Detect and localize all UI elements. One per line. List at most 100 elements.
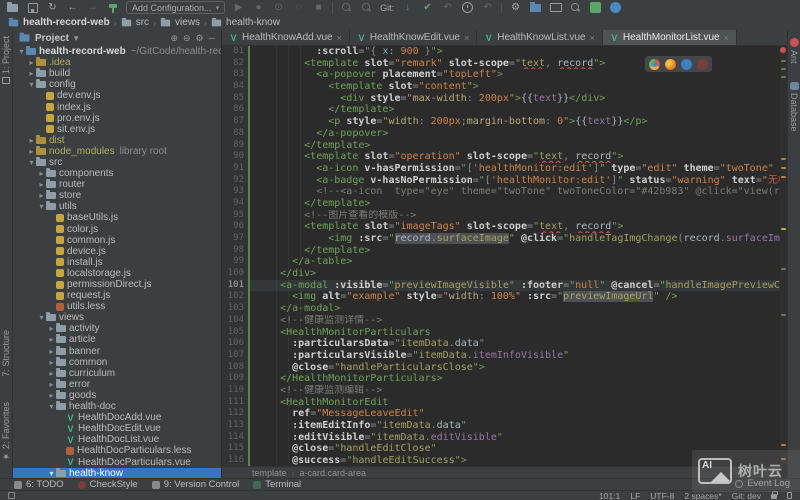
expand-arrow-icon[interactable]: ▸ <box>37 191 46 200</box>
locate-icon[interactable]: ⊕ <box>170 33 178 44</box>
caret-position[interactable]: 101:1 <box>599 491 620 500</box>
build-hammer-icon[interactable] <box>106 1 119 14</box>
tool-button-ant[interactable]: Ant <box>789 38 799 64</box>
breadcrumb-src[interactable]: src <box>121 17 149 28</box>
sync-icon[interactable]: ↻ <box>46 1 59 14</box>
tree-item-color.js[interactable]: color.js <box>13 224 221 235</box>
reader-mode-icon[interactable] <box>787 492 792 499</box>
expand-arrow-icon[interactable]: ▸ <box>47 391 56 400</box>
plugin-green-icon[interactable] <box>589 1 602 14</box>
plugin-blue-icon[interactable] <box>609 1 622 14</box>
tree-item-HealthDocParticulars.less[interactable]: HealthDocParticulars.less <box>13 445 221 456</box>
tree-item-health-doc[interactable]: ▾health-doc <box>13 401 221 412</box>
history-clock-icon[interactable] <box>461 1 474 14</box>
tree-item-article[interactable]: ▸article <box>13 334 221 345</box>
collapse-all-icon[interactable]: ⊖ <box>183 33 191 44</box>
firefox-icon[interactable] <box>665 59 676 70</box>
tree-item-banner[interactable]: ▸banner <box>13 346 221 357</box>
close-icon[interactable]: × <box>464 33 469 43</box>
breadcrumb-card-area[interactable]: a-card.card-area <box>300 468 367 478</box>
stripe-mark[interactable] <box>781 444 786 446</box>
find-icon[interactable] <box>360 1 373 14</box>
tree-item-router[interactable]: ▸router <box>13 179 221 190</box>
tab-HealthKnowList.vue[interactable]: VHealthKnowList.vue× <box>477 30 603 45</box>
tree-item-health-record-web[interactable]: ▾health-record-web~/GitCode/health-recor… <box>13 46 221 57</box>
undo-icon[interactable]: ↶ <box>481 1 494 14</box>
stop-icon[interactable]: ■ <box>312 1 325 14</box>
analyzer-error-indicator[interactable] <box>780 47 786 53</box>
tree-item-dist[interactable]: ▸dist <box>13 135 221 146</box>
tab-HealthMonitorList.vue[interactable]: VHealthMonitorList.vue× <box>603 30 737 45</box>
chevron-down-icon[interactable]: ▾ <box>74 33 79 44</box>
tree-item-node_modules[interactable]: ▸node_moduleslibrary root <box>13 146 221 157</box>
tree-item-HealthDocAdd.vue[interactable]: VHealthDocAdd.vue <box>13 412 221 423</box>
stripe-mark[interactable] <box>781 158 786 160</box>
expand-arrow-icon[interactable]: ▸ <box>27 136 36 145</box>
toolwindow-toggle-icon[interactable] <box>8 492 15 499</box>
expand-arrow-icon[interactable]: ▸ <box>27 58 36 67</box>
expand-arrow-icon[interactable]: ▸ <box>27 69 36 78</box>
tool-button-9-version-control[interactable]: 9: Version Control <box>152 479 240 490</box>
save-all-icon[interactable] <box>26 1 39 14</box>
stripe-mark[interactable] <box>781 176 786 178</box>
expand-arrow-icon[interactable]: ▾ <box>47 469 56 478</box>
expand-arrow-icon[interactable]: ▸ <box>47 347 56 356</box>
stripe-mark[interactable] <box>781 268 786 270</box>
tree-item-common[interactable]: ▸common <box>13 357 221 368</box>
project-panel-title[interactable]: Project <box>35 33 69 44</box>
tree-item-goods[interactable]: ▸goods <box>13 390 221 401</box>
tree-item-store[interactable]: ▸store <box>13 190 221 201</box>
close-icon[interactable]: × <box>724 33 729 43</box>
tree-item-permissionDirect.js[interactable]: permissionDirect.js <box>13 279 221 290</box>
tree-item-install.js[interactable]: install.js <box>13 257 221 268</box>
edge-icon[interactable] <box>681 59 692 70</box>
search-icon[interactable] <box>340 1 353 14</box>
stripe-mark[interactable] <box>781 68 786 70</box>
tool-button-project[interactable]: 1: Project <box>1 36 11 84</box>
tree-item-src[interactable]: ▾src <box>13 157 221 168</box>
tree-item-error[interactable]: ▸error <box>13 379 221 390</box>
expand-arrow-icon[interactable]: ▾ <box>37 202 46 211</box>
opera-icon[interactable] <box>697 59 708 70</box>
forward-icon[interactable]: → <box>86 1 99 14</box>
breadcrumb-template[interactable]: template <box>252 468 287 478</box>
tool-button-favorites[interactable]: ★ 2: Favorites <box>1 402 11 461</box>
search-everywhere-icon[interactable] <box>569 1 582 14</box>
tool-button-terminal[interactable]: Terminal <box>253 479 301 490</box>
open-folder-icon[interactable] <box>6 1 19 14</box>
tree-item-.idea[interactable]: ▸.idea <box>13 57 221 68</box>
back-icon[interactable]: ← <box>66 1 79 14</box>
tool-button-6-todo[interactable]: 6: TODO <box>14 479 64 490</box>
git-commit-icon[interactable]: ✔ <box>421 1 434 14</box>
lock-icon[interactable] <box>771 494 777 499</box>
tree-item-components[interactable]: ▸components <box>13 168 221 179</box>
expand-arrow-icon[interactable]: ▾ <box>37 313 46 322</box>
tree-item-health-know[interactable]: ▾health-know <box>13 468 221 478</box>
tree-item-curriculum[interactable]: ▸curriculum <box>13 368 221 379</box>
expand-arrow-icon[interactable]: ▸ <box>27 147 36 156</box>
error-stripe[interactable] <box>780 46 787 466</box>
tool-button-checkstyle[interactable]: CheckStyle <box>78 479 138 490</box>
expand-arrow-icon[interactable]: ▾ <box>27 158 36 167</box>
git-update-icon[interactable]: ↓ <box>401 1 414 14</box>
tool-button-database[interactable]: Database <box>789 82 799 132</box>
tree-item-sit.env.js[interactable]: sit.env.js <box>13 124 221 135</box>
expand-arrow-icon[interactable]: ▾ <box>17 47 26 56</box>
stripe-mark[interactable] <box>781 314 786 316</box>
tree-item-dev.env.js[interactable]: dev.env.js <box>13 90 221 101</box>
expand-arrow-icon[interactable]: ▸ <box>37 169 46 178</box>
project-folder-icon[interactable] <box>529 1 542 14</box>
tree-item-device.js[interactable]: device.js <box>13 246 221 257</box>
tree-item-config[interactable]: ▾config <box>13 79 221 90</box>
expand-arrow-icon[interactable]: ▸ <box>47 358 56 367</box>
run-configuration-combo[interactable]: Add Configuration... ▾ <box>126 1 225 14</box>
stripe-mark[interactable] <box>781 76 786 78</box>
expand-arrow-icon[interactable]: ▸ <box>47 324 56 333</box>
close-icon[interactable]: × <box>337 33 342 43</box>
editor-area[interactable]: VHealthKnowAdd.vue×VHealthKnowEdit.vue×V… <box>222 30 787 478</box>
tree-item-localstorage.js[interactable]: localstorage.js <box>13 268 221 279</box>
run-icon[interactable]: ▶ <box>232 1 245 14</box>
line-separator[interactable]: LF <box>630 491 640 500</box>
file-encoding[interactable]: UTF-8 <box>650 491 674 500</box>
panel-settings-icon[interactable]: ⚙ <box>196 33 204 44</box>
